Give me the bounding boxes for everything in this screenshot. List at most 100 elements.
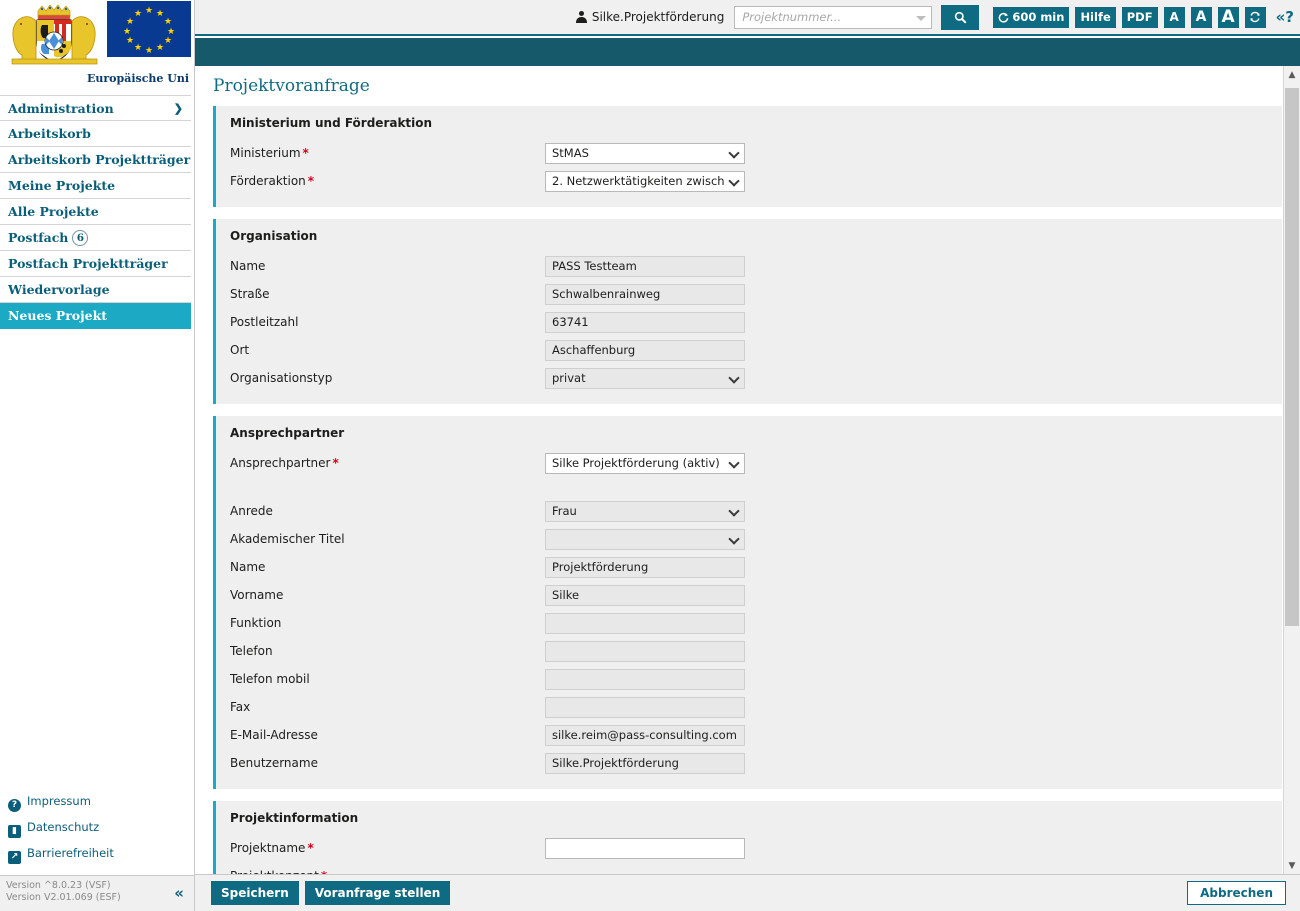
- footer-link-datenschutz[interactable]: ▮ Datenschutz: [8, 814, 188, 840]
- abbrechen-button[interactable]: Abbrechen: [1187, 881, 1286, 905]
- main-content: Projektvoranfrage Ministerium und Förder…: [195, 66, 1300, 874]
- sidebar-item-arbeitskorb-projekttraeger[interactable]: Arbeitskorb Projektträger: [0, 147, 191, 173]
- sidebar-nav: Administration ❯ Arbeitskorb Arbeitskorb…: [0, 95, 191, 329]
- required-marker: *: [332, 456, 339, 470]
- sidebar-item-arbeitskorb[interactable]: Arbeitskorb: [0, 121, 191, 147]
- section-title: Organisation: [230, 229, 318, 243]
- projektname-input[interactable]: [545, 837, 745, 859]
- org-typ-select[interactable]: [545, 367, 745, 389]
- foerderaktion-select[interactable]: [545, 170, 745, 192]
- foerderaktion-select-wrapper[interactable]: [545, 170, 745, 192]
- ministerium-select-wrapper[interactable]: [545, 142, 745, 164]
- ap-name-input[interactable]: [545, 556, 745, 578]
- email-input[interactable]: [545, 724, 745, 746]
- org-typ-select-wrapper[interactable]: [545, 367, 745, 389]
- top-toolbar: Silke.Projektförderung 600 min Hilf: [195, 0, 1300, 36]
- eu-caption: Europäische Uni: [87, 72, 189, 85]
- pdf-button[interactable]: PDF: [1121, 6, 1158, 28]
- org-ort-input[interactable]: [545, 339, 745, 361]
- sidebar-item-alle-projekte[interactable]: Alle Projekte: [0, 199, 191, 225]
- reload-button[interactable]: [1244, 6, 1266, 28]
- accessibility-icon: ↗: [8, 851, 21, 864]
- section-title: Projektinformation: [230, 811, 359, 825]
- field-row-org-name: Name: [230, 252, 1268, 280]
- field-label: Vorname: [230, 588, 284, 602]
- section-ansprechpartner: Ansprechpartner Ansprechpartner* Anrede: [213, 416, 1282, 789]
- scroll-down-arrow-icon[interactable]: ▼: [1284, 857, 1300, 874]
- org-plz-input[interactable]: [545, 311, 745, 333]
- fax-input[interactable]: [545, 696, 745, 718]
- search-button[interactable]: [941, 4, 980, 30]
- sidebar-item-label: Meine Projekte: [8, 178, 116, 193]
- sidebar-item-label: Postfach Projektträger: [8, 256, 168, 271]
- speichern-button[interactable]: Speichern: [211, 881, 299, 905]
- section-organisation: Organisation Name Straße Postleitzahl: [213, 219, 1282, 404]
- scroll-up-arrow-icon[interactable]: ▲: [1284, 66, 1300, 83]
- telefon-input[interactable]: [545, 640, 745, 662]
- help-button[interactable]: Hilfe: [1075, 6, 1116, 28]
- sidebar-item-neues-projekt[interactable]: Neues Projekt: [0, 303, 191, 329]
- field-row-telefon-mobil: Telefon mobil: [230, 665, 1268, 693]
- sidebar-item-postfach[interactable]: Postfach 6: [0, 225, 191, 251]
- field-row-org-plz: Postleitzahl: [230, 308, 1268, 336]
- sidebar-item-administration[interactable]: Administration ❯: [0, 95, 191, 121]
- field-row-titel: Akademischer Titel: [230, 525, 1268, 553]
- eu-flag-icon: ★ ★ ★ ★ ★ ★ ★ ★ ★ ★ ★ ★: [107, 1, 191, 57]
- action-bar-left: Speichern Voranfrage stellen: [211, 881, 451, 905]
- search-input[interactable]: [735, 6, 932, 28]
- benutzername-input[interactable]: [545, 752, 745, 774]
- help-panel-toggle[interactable]: «?: [1276, 8, 1294, 26]
- field-label: Benutzername: [230, 756, 318, 770]
- project-search-field[interactable]: [734, 5, 933, 29]
- required-marker: *: [307, 174, 315, 188]
- field-control: [545, 367, 745, 389]
- sidebar-item-label: Neues Projekt: [8, 308, 108, 323]
- required-marker: *: [307, 841, 314, 855]
- main-scrollbar[interactable]: ▲ ▼: [1283, 66, 1300, 874]
- sidebar-item-postfach-projekttraeger[interactable]: Postfach Projektträger: [0, 251, 191, 277]
- field-control: [545, 339, 745, 361]
- org-name-input[interactable]: [545, 255, 745, 277]
- anrede-select-wrapper[interactable]: [545, 500, 745, 522]
- ansprechpartner-select-wrapper[interactable]: [545, 452, 745, 474]
- anrede-select[interactable]: [545, 500, 745, 522]
- field-control: [545, 752, 745, 774]
- chevron-down-icon: [916, 15, 927, 21]
- telefon-mobil-input[interactable]: [545, 668, 745, 690]
- field-control: [545, 283, 745, 305]
- field-control: [545, 452, 745, 474]
- section-title: Ansprechpartner: [230, 426, 345, 440]
- ministerium-select[interactable]: [545, 142, 745, 164]
- footer-link-barrierefreiheit[interactable]: ↗ Barrierefreiheit: [8, 840, 188, 866]
- ap-vorname-input[interactable]: [545, 584, 745, 606]
- titel-select-wrapper[interactable]: [545, 528, 745, 550]
- field-label: Akademischer Titel: [230, 532, 345, 546]
- field-control: [545, 612, 745, 634]
- sidebar-item-label: Administration: [8, 101, 114, 116]
- field-label: Fax: [230, 700, 251, 714]
- field-row-anrede: Anrede: [230, 497, 1268, 525]
- funktion-input[interactable]: [545, 612, 745, 634]
- application-window: ★ ★ ★ ★ ★ ★ ★ ★ ★ ★ ★ ★ Europäische Uni …: [0, 0, 1300, 911]
- sidebar-item-wiedervorlage[interactable]: Wiedervorlage: [0, 277, 191, 303]
- field-control: [545, 668, 745, 690]
- ansprechpartner-select[interactable]: [545, 452, 745, 474]
- org-strasse-input[interactable]: [545, 283, 745, 305]
- font-size-medium-button[interactable]: A: [1190, 6, 1212, 28]
- scrollbar-thumb[interactable]: [1285, 88, 1299, 626]
- footer-link-impressum[interactable]: ? Impressum: [8, 788, 188, 814]
- session-timer-button[interactable]: 600 min: [993, 6, 1070, 28]
- field-label: Projektname *: [230, 841, 545, 855]
- titel-select[interactable]: [545, 528, 745, 550]
- sidebar-collapse-button[interactable]: «: [174, 884, 184, 902]
- field-row-fax: Fax: [230, 693, 1268, 721]
- sidebar-item-meine-projekte[interactable]: Meine Projekte: [0, 173, 191, 199]
- refresh-icon: [999, 12, 1009, 23]
- font-size-small-button[interactable]: A: [1163, 6, 1185, 28]
- label-text: Projektname: [230, 841, 306, 855]
- field-control: [545, 142, 745, 164]
- voranfrage-stellen-button[interactable]: Voranfrage stellen: [304, 881, 451, 905]
- field-label: E-Mail-Adresse: [230, 728, 318, 742]
- font-size-large-button[interactable]: A: [1217, 6, 1239, 28]
